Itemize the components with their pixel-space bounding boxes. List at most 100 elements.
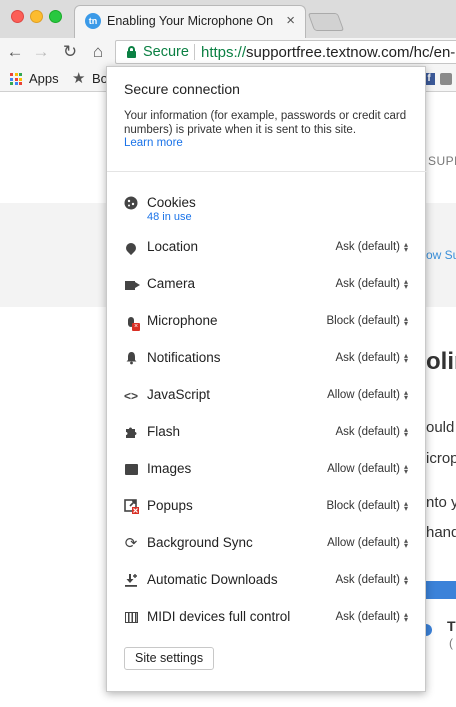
permission-label: Location	[147, 239, 199, 254]
permission-select[interactable]: Ask (default) ▴ ▾	[335, 609, 410, 624]
apps-grid-dot	[10, 77, 13, 81]
updown-chevron-icon: ▴ ▾	[404, 498, 409, 513]
updown-chevron-icon: ▴ ▾	[404, 572, 409, 587]
forward-arrow-icon[interactable]: →	[31, 41, 51, 63]
browser-toolbar: ← → ↻ ⌂ Secure https://supportfree.textn…	[0, 38, 456, 66]
permission-label: Microphone	[147, 313, 218, 328]
page-text-partial: nto yo	[426, 494, 456, 511]
browser-tab[interactable]: tn Enabling Your Microphone On ×	[74, 5, 306, 38]
updown-chevron-icon: ▴ ▾	[404, 535, 409, 550]
permission-row-location[interactable]: Location Ask (default) ▴ ▾	[107, 234, 427, 264]
apps-grid-icon[interactable]	[10, 73, 22, 85]
permission-select[interactable]: Block (default) ▴ ▾	[326, 498, 410, 513]
popup-title: Secure connection	[124, 81, 240, 97]
permission-row-background-sync[interactable]: ⟳ Background Sync Allow (default) ▴ ▾	[107, 530, 427, 560]
image-icon	[123, 462, 139, 478]
permission-value: Ask (default)	[335, 426, 400, 438]
permission-value: Ask (default)	[335, 241, 400, 253]
permission-select[interactable]: Ask (default) ▴ ▾	[335, 239, 410, 254]
permission-value: Ask (default)	[335, 278, 400, 290]
lock-icon[interactable]	[127, 46, 136, 58]
page-text-partial: icrop	[426, 450, 456, 467]
permission-label: Camera	[147, 276, 196, 291]
window-minimize-button[interactable]	[30, 10, 43, 23]
apps-grid-dot	[19, 73, 22, 76]
apps-grid-dot	[10, 73, 13, 76]
window-maximize-button[interactable]	[49, 10, 62, 23]
popup-divider	[107, 171, 427, 172]
code-brackets-icon: <>	[123, 389, 138, 403]
camera-icon	[123, 277, 140, 293]
tab-close-icon[interactable]: ×	[286, 12, 295, 30]
updown-chevron-icon: ▴ ▾	[404, 276, 409, 291]
page-link-partial[interactable]: ow Su	[426, 248, 456, 262]
permission-select[interactable]: Allow (default) ▴ ▾	[327, 388, 410, 401]
apps-grid-dot	[10, 82, 13, 85]
permission-row-microphone[interactable]: × Microphone Block (default) ▴ ▾	[107, 308, 427, 338]
permission-row-camera[interactable]: Camera Ask (default) ▴ ▾	[107, 271, 427, 301]
sync-icon: ⟳	[124, 535, 138, 552]
permission-value: Ask (default)	[335, 611, 400, 623]
permission-row-automatic-downloads[interactable]: Automatic Downloads Ask (default) ▴ ▾	[107, 567, 427, 597]
updown-chevron-icon: ▴ ▾	[404, 313, 409, 328]
bookmark-folder-icon[interactable]	[440, 73, 452, 85]
updown-chevron-icon: ▴ ▾	[404, 350, 409, 365]
permission-label: Cookies	[147, 195, 196, 210]
home-icon[interactable]: ⌂	[88, 41, 108, 63]
permission-label: Background Sync	[147, 535, 253, 550]
url-text[interactable]: https://supportfree.textnow.com/hc/en-	[201, 44, 455, 61]
piano-keys-icon	[123, 610, 139, 626]
page-text-partial: ould	[426, 419, 455, 436]
page-heading-partial: olin	[426, 348, 456, 375]
updown-chevron-icon: ▴ ▾	[404, 424, 409, 439]
permission-row-midi[interactable]: MIDI devices full control Ask (default) ▴…	[107, 604, 427, 634]
permission-select[interactable]: Ask (default) ▴ ▾	[335, 572, 410, 587]
permission-label: Automatic Downloads	[147, 572, 278, 587]
site-settings-button[interactable]: Site settings	[124, 647, 215, 670]
permission-select[interactable]: Ask (default) ▴ ▾	[335, 276, 410, 291]
learn-more-link[interactable]: Learn more	[124, 137, 183, 149]
permission-value: Allow (default)	[327, 463, 400, 475]
permission-row-images[interactable]: Images Allow (default) ▴ ▾	[107, 456, 427, 486]
permission-row-notifications[interactable]: Notifications Ask (default) ▴ ▾	[107, 345, 427, 375]
permission-row-flash[interactable]: Flash Ask (default) ▴ ▾	[107, 419, 427, 449]
popup-description: Your information (for example, passwords…	[124, 110, 407, 136]
permission-value: Allow (default)	[327, 537, 400, 549]
permission-row-javascript[interactable]: <> JavaScript Allow (default) ▴ ▾	[107, 382, 427, 412]
page-blue-banner	[426, 581, 456, 599]
permission-label: JavaScript	[147, 387, 211, 402]
updown-chevron-icon: ▴ ▾	[404, 609, 409, 624]
permission-select[interactable]: Allow (default) ▴ ▾	[327, 535, 410, 550]
url-host: supportfree.textnow.com/hc/en-	[246, 44, 456, 61]
popup-blocked-icon	[123, 499, 139, 515]
address-bar[interactable]: Secure https://supportfree.textnow.com/h…	[115, 40, 456, 64]
updown-chevron-icon: ▴ ▾	[404, 239, 409, 254]
permission-value: Ask (default)	[335, 352, 400, 364]
permission-label: Popups	[147, 498, 193, 513]
permission-select[interactable]: Allow (default) ▴ ▾	[327, 462, 410, 475]
page-card-title-partial: T	[447, 618, 456, 634]
permission-select[interactable]: Block (default) ▴ ▾	[326, 313, 410, 328]
bookmark-apps[interactable]: Apps	[29, 71, 59, 86]
permission-row-popups[interactable]: Popups Block (default) ▴ ▾	[107, 493, 427, 523]
apps-grid-dot	[14, 77, 18, 81]
secure-label[interactable]: Secure	[143, 44, 189, 60]
permission-row-cookies[interactable]: Cookies 48 in use	[107, 190, 427, 223]
permission-select[interactable]: Ask (default) ▴ ▾	[335, 350, 410, 365]
apps-grid-dot	[14, 82, 18, 85]
permission-select[interactable]: Ask (default) ▴ ▾	[335, 424, 410, 439]
site-info-popup: Secure connection Your information (for …	[106, 66, 427, 692]
microphone-blocked-icon: ×	[123, 314, 140, 331]
page-text-partial: hand	[426, 524, 456, 541]
permission-label: Images	[147, 461, 192, 476]
address-separator	[194, 44, 195, 60]
window-close-button[interactable]	[11, 10, 24, 23]
new-tab-button[interactable]	[307, 13, 345, 31]
permission-value: Block (default)	[326, 500, 400, 512]
page-header-partial: SUPP	[428, 154, 456, 168]
cookies-in-use-link[interactable]: 48 in use	[147, 211, 192, 223]
reload-icon[interactable]: ↻	[60, 41, 80, 63]
tab-title: Enabling Your Microphone On	[107, 14, 274, 28]
url-scheme: https://	[201, 44, 247, 61]
back-arrow-icon[interactable]: ←	[5, 41, 25, 63]
